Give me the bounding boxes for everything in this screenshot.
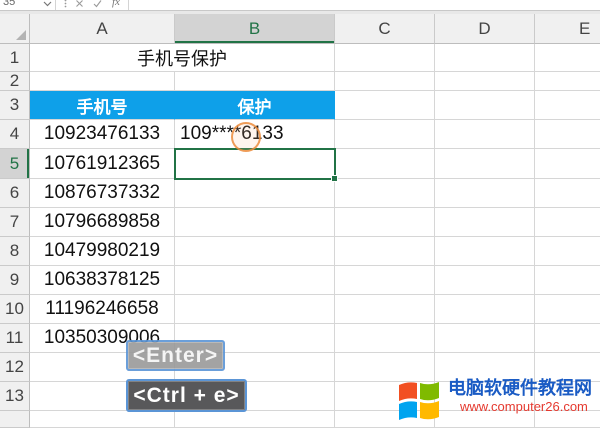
cell-c8[interactable] bbox=[335, 237, 435, 266]
cell-a10[interactable]: 11196246658 bbox=[30, 295, 175, 324]
cell-d5[interactable] bbox=[435, 149, 535, 179]
formula-input[interactable] bbox=[128, 0, 600, 10]
cell-c7[interactable] bbox=[335, 208, 435, 237]
cell-e9[interactable] bbox=[535, 266, 600, 295]
cell-c6[interactable] bbox=[335, 179, 435, 208]
cell-c5[interactable] bbox=[335, 149, 435, 179]
cell-d11[interactable] bbox=[435, 324, 535, 353]
row-header-7[interactable]: 7 bbox=[0, 208, 30, 237]
chevron-down-icon[interactable] bbox=[43, 0, 52, 8]
cell-c9[interactable] bbox=[335, 266, 435, 295]
cell-b9[interactable] bbox=[175, 266, 335, 295]
select-all-button[interactable] bbox=[0, 14, 30, 44]
cell-a7[interactable]: 10796689858 bbox=[30, 208, 175, 237]
row-header-14[interactable] bbox=[0, 411, 30, 428]
row-header-2[interactable]: 2 bbox=[0, 72, 30, 91]
cell-e8[interactable] bbox=[535, 237, 600, 266]
cell-d10[interactable] bbox=[435, 295, 535, 324]
logo-pane-blue bbox=[399, 401, 417, 420]
cell-a2[interactable] bbox=[30, 72, 175, 91]
row-header-12[interactable]: 12 bbox=[0, 353, 30, 382]
column-header-d[interactable]: D bbox=[435, 14, 535, 44]
cell-e5[interactable] bbox=[535, 149, 600, 179]
row-header-3[interactable]: 3 bbox=[0, 91, 30, 120]
formula-bar: 35 fx bbox=[0, 0, 600, 11]
cell-d1[interactable] bbox=[435, 44, 535, 72]
logo-pane-red bbox=[399, 382, 417, 401]
header-phone[interactable]: 手机号 bbox=[30, 91, 175, 120]
watermark-site-name: 电脑软硬件教程网 bbox=[448, 378, 592, 398]
header-protected[interactable]: 保护 bbox=[175, 91, 335, 120]
cell-d2[interactable] bbox=[435, 72, 535, 91]
click-ring-icon bbox=[231, 122, 261, 152]
row-header-6[interactable]: 6 bbox=[0, 179, 30, 208]
cell-e2[interactable] bbox=[535, 72, 600, 91]
cell-b14[interactable] bbox=[175, 411, 335, 428]
cell-d9[interactable] bbox=[435, 266, 535, 295]
cell-b10[interactable] bbox=[175, 295, 335, 324]
cell-e10[interactable] bbox=[535, 295, 600, 324]
cell-e1[interactable] bbox=[535, 44, 600, 72]
cell-c2[interactable] bbox=[335, 72, 435, 91]
cell-b2[interactable] bbox=[175, 72, 335, 91]
name-box-value: 35 bbox=[3, 0, 16, 8]
cell-e11[interactable] bbox=[535, 324, 600, 353]
row-header-1[interactable]: 1 bbox=[0, 44, 30, 72]
row-header-11[interactable]: 11 bbox=[0, 324, 30, 353]
column-header-a[interactable]: A bbox=[30, 14, 175, 44]
logo-pane-green bbox=[420, 382, 439, 401]
cell-a8[interactable]: 10479980219 bbox=[30, 237, 175, 266]
column-header-e[interactable]: E bbox=[535, 14, 600, 44]
row-header-4[interactable]: 4 bbox=[0, 120, 30, 149]
row-header-8[interactable]: 8 bbox=[0, 237, 30, 266]
column-header-c[interactable]: C bbox=[335, 14, 435, 44]
cell-e6[interactable] bbox=[535, 179, 600, 208]
close-icon[interactable] bbox=[75, 0, 84, 8]
cell-e3[interactable] bbox=[535, 91, 600, 120]
ctrl-e-key-badge: <Ctrl + e> bbox=[126, 379, 247, 412]
row-header-13[interactable]: 13 bbox=[0, 382, 30, 411]
cell-d7[interactable] bbox=[435, 208, 535, 237]
row-header-10[interactable]: 10 bbox=[0, 295, 30, 324]
watermark-url: www.computer26.com bbox=[460, 399, 588, 414]
active-cell-border bbox=[174, 148, 338, 182]
enter-key-badge: <Enter> bbox=[126, 340, 225, 371]
cell-a6[interactable]: 10876737332 bbox=[30, 179, 175, 208]
cell-a14[interactable] bbox=[30, 411, 175, 428]
cell-d8[interactable] bbox=[435, 237, 535, 266]
cell-a4[interactable]: 10923476133 bbox=[30, 120, 175, 149]
cell-c1[interactable] bbox=[335, 44, 435, 72]
select-all-triangle-icon bbox=[16, 30, 26, 40]
fill-handle[interactable] bbox=[331, 175, 338, 182]
cell-d6[interactable] bbox=[435, 179, 535, 208]
worksheet-grid: A B C D E 1 手机号保护 2 3 手机号 保护 4 109234761… bbox=[0, 14, 600, 428]
cell-c3[interactable] bbox=[335, 91, 435, 120]
cell-e4[interactable] bbox=[535, 120, 600, 149]
sheet-title[interactable]: 手机号保护 bbox=[30, 44, 335, 72]
insert-function-button[interactable]: fx bbox=[112, 0, 120, 9]
cell-e7[interactable] bbox=[535, 208, 600, 237]
cell-b7[interactable] bbox=[175, 208, 335, 237]
row-header-5[interactable]: 5 bbox=[0, 149, 30, 179]
cell-c11[interactable] bbox=[335, 324, 435, 353]
cell-a9[interactable]: 10638378125 bbox=[30, 266, 175, 295]
row-header-9[interactable]: 9 bbox=[0, 266, 30, 295]
column-header-b[interactable]: B bbox=[175, 14, 335, 44]
cell-a5[interactable]: 10761912365 bbox=[30, 149, 175, 179]
cell-b6[interactable] bbox=[175, 179, 335, 208]
cell-b8[interactable] bbox=[175, 237, 335, 266]
windows-logo-icon bbox=[396, 377, 442, 423]
cell-c4[interactable] bbox=[335, 120, 435, 149]
logo-pane-yellow bbox=[420, 401, 439, 420]
more-vertical-icon bbox=[61, 0, 70, 8]
cell-d4[interactable] bbox=[435, 120, 535, 149]
cell-c10[interactable] bbox=[335, 295, 435, 324]
check-icon[interactable] bbox=[93, 0, 102, 8]
cell-d3[interactable] bbox=[435, 91, 535, 120]
